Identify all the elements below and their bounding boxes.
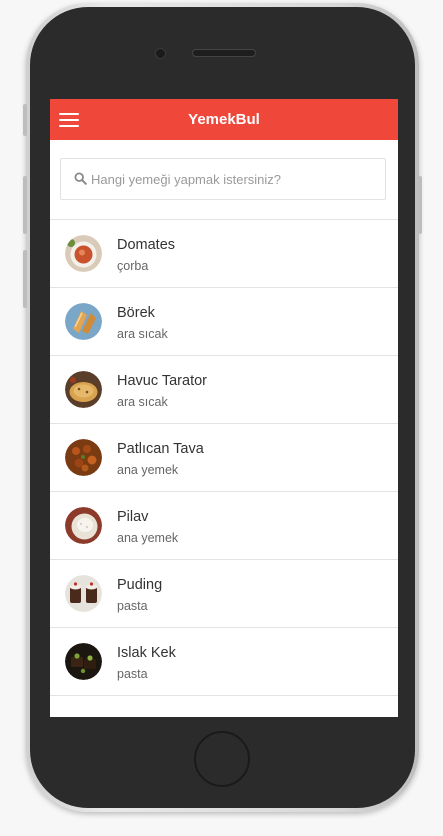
rice-pilaf-thumbnail (65, 507, 102, 544)
mute-switch (23, 104, 27, 136)
volume-up-button (23, 176, 27, 234)
recipe-category: ara sıcak (117, 395, 168, 409)
carrot-tarator-thumbnail (65, 371, 102, 408)
app-title: YemekBul (188, 111, 260, 128)
recipe-name: Domates (117, 237, 176, 253)
volume-down-button (23, 250, 27, 308)
recipe-list-item[interactable]: Domates çorba (50, 220, 398, 288)
recipe-list-item[interactable]: Havuc Tarator ara sıcak (50, 356, 398, 424)
recipe-category: ana yemek (117, 531, 179, 545)
search-input[interactable] (91, 159, 381, 199)
recipe-category: ana yemek (117, 463, 179, 477)
power-button (418, 176, 422, 234)
recipe-list-item[interactable]: Pilav ana yemek (50, 492, 398, 560)
front-camera (155, 48, 166, 59)
recipe-name: Puding (117, 577, 163, 593)
recipe-name: Patlıcan Tava (117, 441, 204, 457)
app-screen: YemekBul DomatesçorbaBörekara sıcakHavuc… (50, 99, 398, 717)
recipe-category: ara sıcak (117, 327, 168, 341)
recipe-name: Börek (117, 305, 155, 321)
home-button[interactable] (194, 731, 250, 787)
recipe-name: Islak Kek (117, 645, 176, 661)
recipe-name: Havuc Tarator (117, 373, 207, 389)
recipe-category: pasta (117, 599, 148, 613)
recipe-list: Domates çorba Börek ara sıcak Havuc Tarator a… (50, 219, 398, 696)
tomato-soup-thumbnail (65, 235, 102, 272)
pudding-thumbnail (65, 575, 102, 612)
fried-eggplant-thumbnail (65, 439, 102, 476)
wet-cake-thumbnail (65, 643, 102, 680)
recipe-list-item[interactable]: Puding pasta (50, 560, 398, 628)
recipe-name: Pilav (117, 509, 149, 525)
search-bar[interactable] (60, 158, 386, 200)
recipe-list-item[interactable]: Patlıcan Tava ana yemek (50, 424, 398, 492)
borek-thumbnail (65, 303, 102, 340)
recipe-category: çorba (117, 259, 149, 273)
recipe-list-item[interactable]: Börek ara sıcak (50, 288, 398, 356)
search-icon (74, 172, 87, 185)
device-mockup: YemekBul DomatesçorbaBörekara sıcakHavuc… (0, 0, 443, 836)
recipe-category: pasta (117, 667, 148, 681)
app-header: YemekBul (50, 99, 398, 140)
recipe-list-item[interactable]: Islak Kek pasta (50, 628, 398, 696)
earpiece-speaker (192, 49, 256, 57)
